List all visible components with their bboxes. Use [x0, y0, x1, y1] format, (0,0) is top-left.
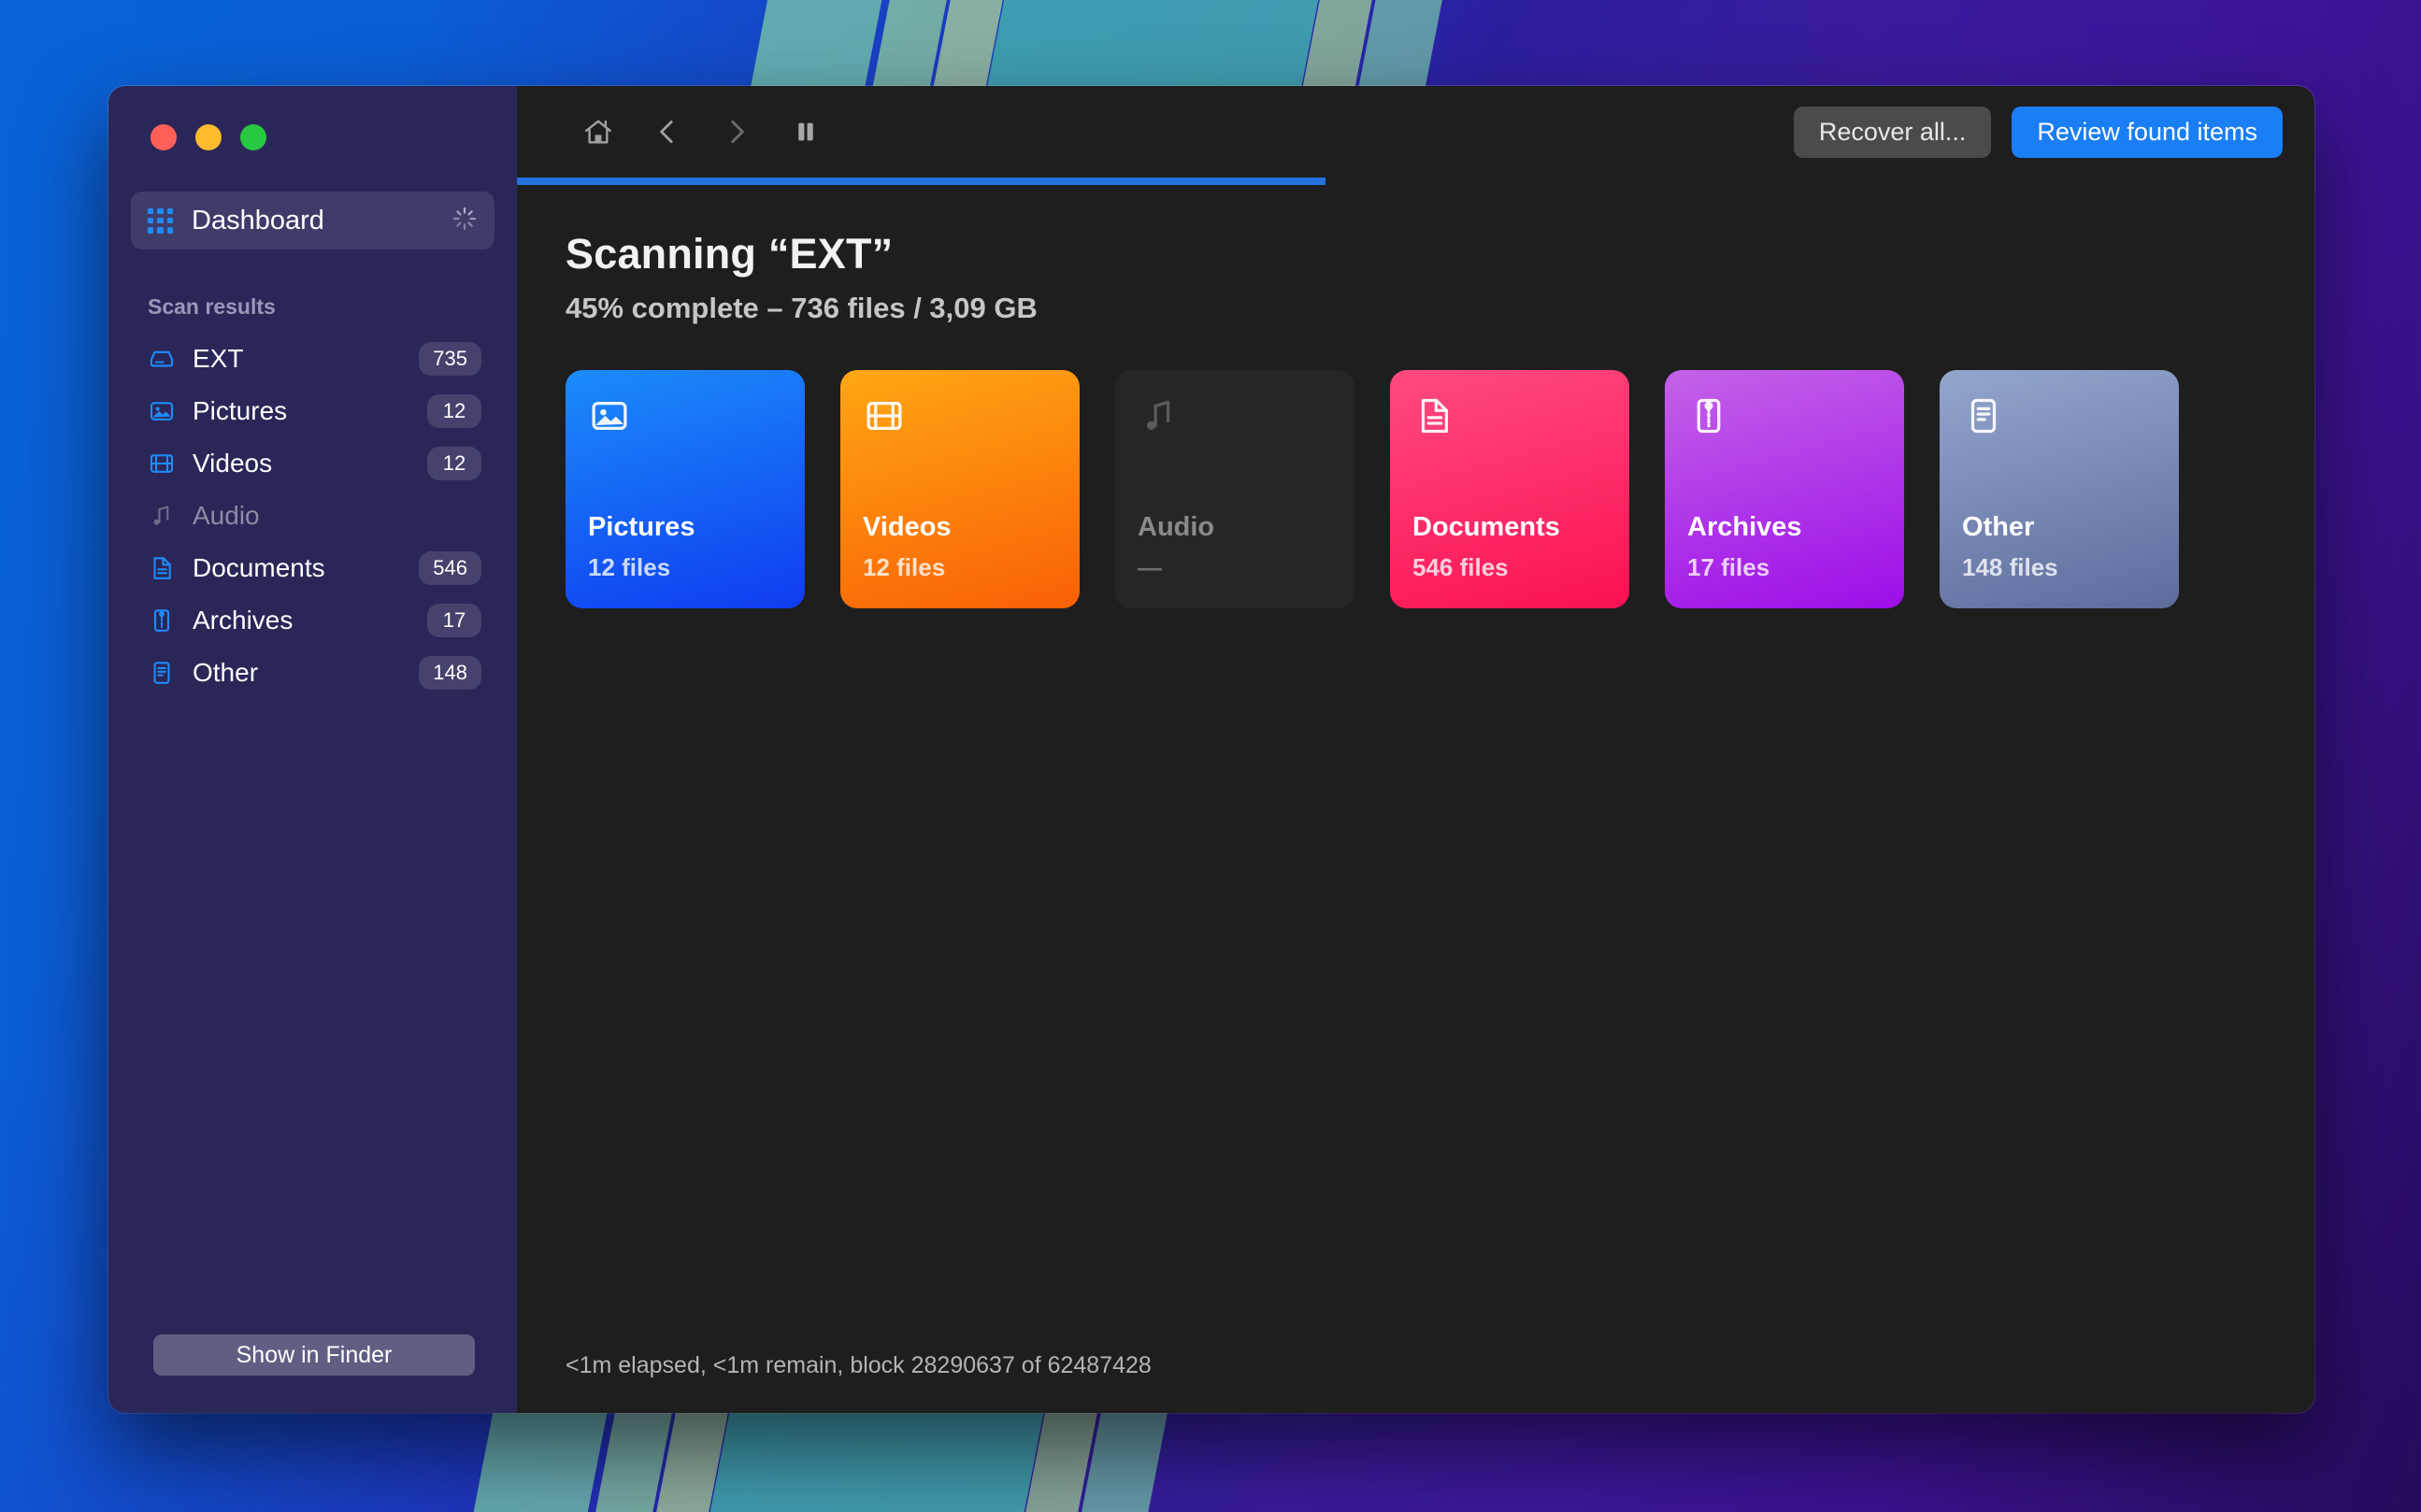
sidebar-item-archives[interactable]: Archives 17 — [131, 594, 494, 647]
sidebar-nav-list: EXT 735 Pictures 12 Videos 12 Audio Documents 54… — [131, 333, 494, 699]
chevron-left-icon[interactable] — [633, 104, 702, 160]
tile-title: Videos — [863, 512, 952, 543]
image-icon — [588, 394, 782, 450]
archive-icon — [148, 606, 176, 635]
music-icon — [1138, 394, 1332, 450]
content-area: Scanning “EXT” 45% complete – 736 files … — [517, 185, 2314, 1413]
tile-other[interactable]: Other 148 files — [1940, 370, 2179, 608]
sidebar-item-pictures[interactable]: Pictures 12 — [131, 385, 494, 437]
scan-progress-fill — [517, 178, 1325, 185]
category-tiles: Pictures 12 files Videos 12 files Audio — Docu… — [566, 370, 2314, 608]
maximize-button[interactable] — [240, 124, 266, 150]
tile-count: 546 files — [1412, 553, 1509, 582]
tile-title: Audio — [1138, 512, 1214, 543]
sidebar-item-label: EXT — [193, 344, 402, 374]
music-icon — [148, 502, 176, 530]
spinner-icon — [451, 206, 478, 236]
dashboard-label: Dashboard — [192, 206, 433, 236]
sidebar-item-videos[interactable]: Videos 12 — [131, 437, 494, 490]
status-text: <1m elapsed, <1m remain, block 28290637 … — [566, 1352, 1152, 1379]
tile-pictures[interactable]: Pictures 12 files — [566, 370, 805, 608]
toolbar: Recover all... Review found items — [517, 86, 2314, 178]
home-icon[interactable] — [564, 104, 633, 160]
sidebar-item-badge: 12 — [427, 394, 481, 428]
sidebar-item-label: Pictures — [193, 396, 410, 426]
document-icon — [148, 554, 176, 582]
page-title: Scanning “EXT” — [566, 230, 2314, 278]
tile-title: Pictures — [588, 512, 695, 543]
drive-icon — [148, 345, 176, 373]
film-icon — [148, 449, 176, 478]
tile-archives[interactable]: Archives 17 files — [1665, 370, 1904, 608]
grid-icon — [148, 208, 173, 234]
sidebar-item-badge: 546 — [419, 551, 481, 585]
window-controls — [131, 86, 494, 150]
sidebar-item-label: Audio — [193, 501, 481, 531]
sidebar: Dashboard — [108, 86, 517, 1413]
film-icon — [863, 394, 1057, 450]
tile-count: — — [1138, 553, 1162, 582]
sidebar-item-badge: 12 — [427, 447, 481, 480]
tile-count: 17 files — [1687, 553, 1769, 582]
other-icon — [148, 659, 176, 687]
minimize-button[interactable] — [195, 124, 222, 150]
image-icon — [148, 397, 176, 425]
other-icon — [1962, 394, 2156, 450]
scan-results-heading: Scan results — [148, 294, 494, 320]
close-button[interactable] — [150, 124, 177, 150]
sidebar-item-dashboard[interactable]: Dashboard — [131, 192, 494, 250]
tile-count: 148 files — [1962, 553, 2058, 582]
pause-icon[interactable] — [771, 104, 840, 160]
tile-count: 12 files — [588, 553, 670, 582]
sidebar-item-label: Videos — [193, 449, 410, 478]
sidebar-item-documents[interactable]: Documents 546 — [131, 542, 494, 594]
sidebar-item-badge: 17 — [427, 604, 481, 637]
tile-audio[interactable]: Audio — — [1115, 370, 1354, 608]
chevron-right-icon[interactable] — [702, 104, 771, 160]
sidebar-item-label: Other — [193, 658, 402, 688]
recover-all-button[interactable]: Recover all... — [1794, 107, 1992, 158]
sidebar-item-other[interactable]: Other 148 — [131, 647, 494, 699]
sidebar-item-label: Documents — [193, 553, 402, 583]
sidebar-item-label: Archives — [193, 606, 410, 635]
main-panel: Recover all... Review found items Scanni… — [517, 86, 2314, 1413]
tile-title: Archives — [1687, 512, 1802, 543]
archive-icon — [1687, 394, 1882, 450]
page-subtitle: 45% complete – 736 files / 3,09 GB — [566, 292, 2314, 325]
show-in-finder-button[interactable]: Show in Finder — [153, 1334, 475, 1376]
scan-progress-bar — [517, 178, 2314, 185]
sidebar-item-badge: 148 — [419, 656, 481, 690]
sidebar-item-badge: 735 — [419, 342, 481, 376]
sidebar-item-audio[interactable]: Audio — [131, 490, 494, 542]
review-found-items-button[interactable]: Review found items — [2012, 107, 2283, 158]
tile-title: Documents — [1412, 512, 1560, 543]
app-window: Dashboard — [108, 86, 2314, 1413]
tile-count: 12 files — [863, 553, 945, 582]
tile-documents[interactable]: Documents 546 files — [1390, 370, 1629, 608]
document-icon — [1412, 394, 1607, 450]
tile-title: Other — [1962, 512, 2034, 543]
desktop-background: Dashboard — [0, 0, 2421, 1512]
tile-videos[interactable]: Videos 12 files — [840, 370, 1080, 608]
sidebar-item-ext[interactable]: EXT 735 — [131, 333, 494, 385]
